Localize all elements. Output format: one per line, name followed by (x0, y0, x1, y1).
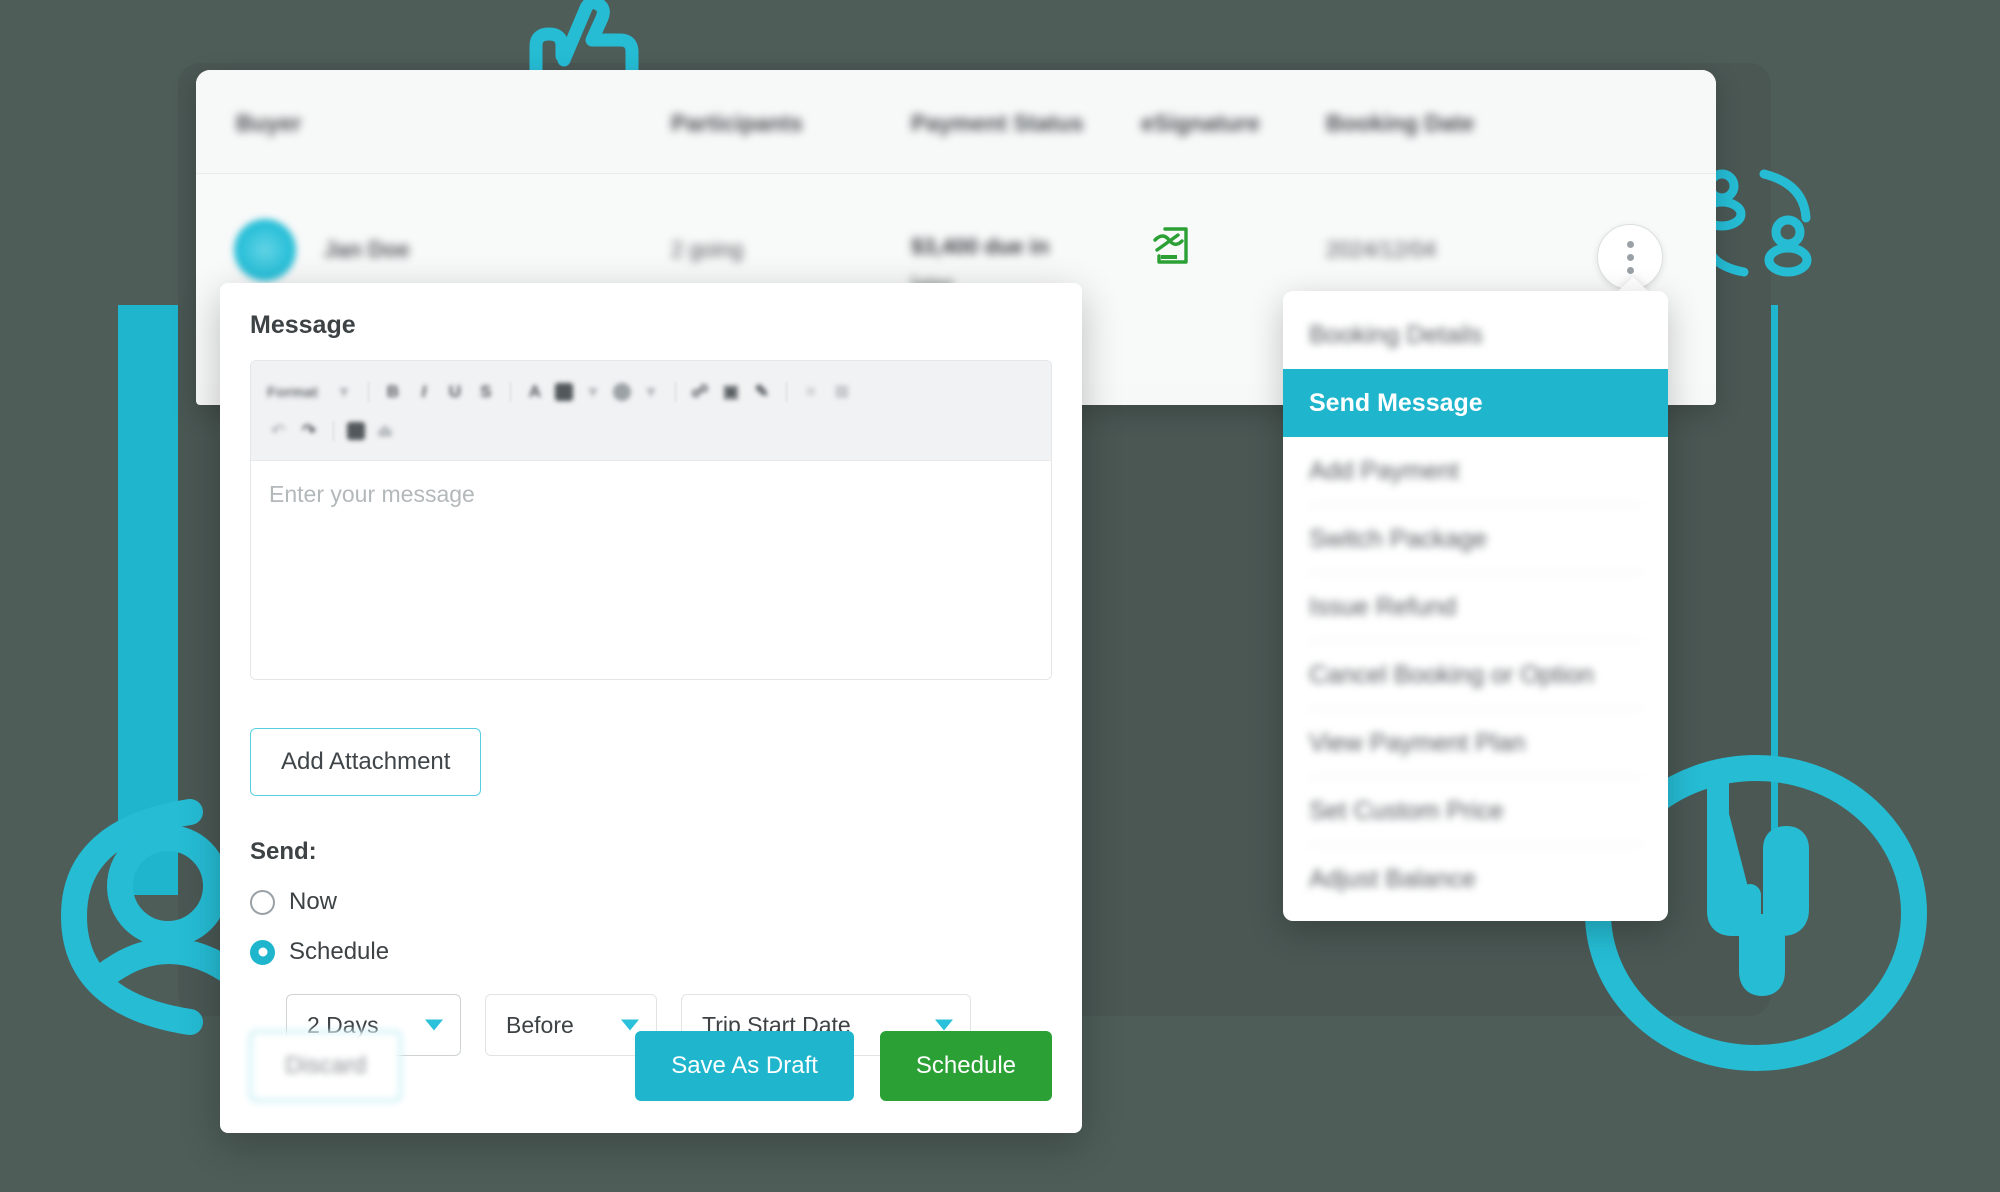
toolbar-divider (785, 382, 787, 402)
message-input[interactable]: Enter your message (251, 461, 1051, 679)
screenshot-root: Buyer Participants Payment Status eSigna… (0, 0, 2000, 1192)
toolbar-divider (674, 382, 676, 402)
table-header-row: Buyer Participants Payment Status eSigna… (196, 70, 1716, 174)
format-dropdown-label[interactable]: Format (267, 384, 318, 401)
send-option-schedule-label: Schedule (289, 938, 390, 965)
send-option-now[interactable]: Now (250, 888, 1052, 916)
send-option-schedule[interactable]: Schedule (250, 938, 1052, 966)
editor-toolbar: Format ▾ B I U S A ▾ ▾ ☍ ▣ ✎ ≡ ⊞ ↶ ↷ ⏏ (251, 361, 1051, 461)
strikethrough-icon[interactable]: S (475, 381, 497, 403)
menu-item-set-custom-price[interactable]: Set Custom Price (1283, 777, 1668, 845)
menu-item-switch-package[interactable]: Switch Package (1283, 505, 1668, 573)
editor-toolbar-row-2: ↶ ↷ ⏏ (267, 414, 1035, 448)
caret-icon[interactable]: ▾ (582, 381, 604, 403)
table-header-participants: Participants (671, 110, 803, 136)
booking-context-menu: Booking Details Send Message Add Payment… (1283, 291, 1668, 921)
cell-participants: 2 going (671, 237, 744, 262)
editor-toolbar-row-1: Format ▾ B I U S A ▾ ▾ ☍ ▣ ✎ ≡ ⊞ (267, 375, 1035, 409)
menu-item-issue-refund[interactable]: Issue Refund (1283, 573, 1668, 641)
chevron-down-icon (621, 1019, 639, 1031)
toolbar-divider (333, 421, 334, 441)
align-left-icon[interactable]: ≡ (800, 381, 822, 403)
save-as-draft-button[interactable]: Save As Draft (635, 1031, 854, 1101)
rich-text-editor: Format ▾ B I U S A ▾ ▾ ☍ ▣ ✎ ≡ ⊞ ↶ ↷ ⏏ E… (250, 360, 1052, 680)
toolbar-divider (509, 382, 511, 402)
attachment-icon[interactable]: ✎ (751, 381, 773, 403)
highlight-color-icon[interactable] (554, 383, 573, 401)
menu-item-view-payment-plan[interactable]: View Payment Plan (1283, 709, 1668, 777)
caret-icon[interactable]: ▾ (640, 381, 662, 403)
radio-now-icon[interactable] (250, 889, 275, 915)
chevron-down-icon (425, 1019, 443, 1031)
image-icon[interactable]: ▣ (720, 381, 742, 403)
chevron-down-icon (935, 1019, 953, 1031)
underline-icon[interactable]: U (444, 381, 466, 403)
composer-title: Message (250, 311, 356, 339)
emoji-icon[interactable] (612, 383, 631, 401)
menu-item-cancel-booking[interactable]: Cancel Booking or Option (1283, 641, 1668, 709)
add-attachment-button[interactable]: Add Attachment (250, 728, 482, 796)
table-header-payment-status: Payment Status (911, 110, 1084, 136)
composer-footer: Discard Save As Draft Schedule (250, 1031, 1052, 1101)
link-icon[interactable]: ☍ (689, 381, 711, 403)
table-icon[interactable]: ⊞ (831, 381, 853, 403)
table-header-booking-date: Booking Date (1326, 110, 1475, 136)
signature-pen-document-icon[interactable] (1151, 226, 1191, 271)
code-block-icon[interactable] (347, 422, 365, 440)
table-header-esignature: eSignature (1141, 110, 1260, 136)
cell-booking-date: 2024/12/04 (1326, 237, 1437, 262)
schedule-button[interactable]: Schedule (879, 1031, 1052, 1101)
send-option-now-label: Now (289, 888, 338, 915)
send-message-dialog: Message Format ▾ B I U S A ▾ ▾ ☍ ▣ ✎ ≡ ⊞… (220, 283, 1082, 1133)
radio-schedule-icon[interactable] (250, 939, 275, 965)
undo-icon[interactable]: ↶ (267, 420, 289, 442)
format-dropdown-caret-icon[interactable]: ▾ (333, 381, 355, 403)
table-header-buyer: Buyer (236, 110, 302, 136)
cell-buyer: Jan Doe (324, 237, 410, 262)
clear-format-icon[interactable]: ⏏ (374, 420, 396, 442)
toolbar-divider (367, 382, 369, 402)
redo-icon[interactable]: ↷ (298, 420, 320, 442)
cell-payment-amount: $3,400 due in (911, 234, 1050, 259)
italic-icon[interactable]: I (413, 381, 435, 403)
menu-item-send-message[interactable]: Send Message (1283, 369, 1668, 437)
send-section-label: Send: (250, 838, 317, 865)
kebab-dot (1626, 253, 1634, 261)
kebab-dot (1626, 240, 1634, 248)
bold-icon[interactable]: B (382, 381, 404, 403)
menu-item-adjust-balance[interactable]: Adjust Balance (1283, 845, 1668, 913)
avatar (234, 219, 296, 281)
discard-button[interactable]: Discard (250, 1031, 402, 1101)
menu-item-add-payment[interactable]: Add Payment (1283, 437, 1668, 505)
kebab-dot (1626, 266, 1634, 274)
menu-item-booking-details[interactable]: Booking Details (1283, 301, 1668, 369)
text-color-icon[interactable]: A (524, 381, 546, 403)
